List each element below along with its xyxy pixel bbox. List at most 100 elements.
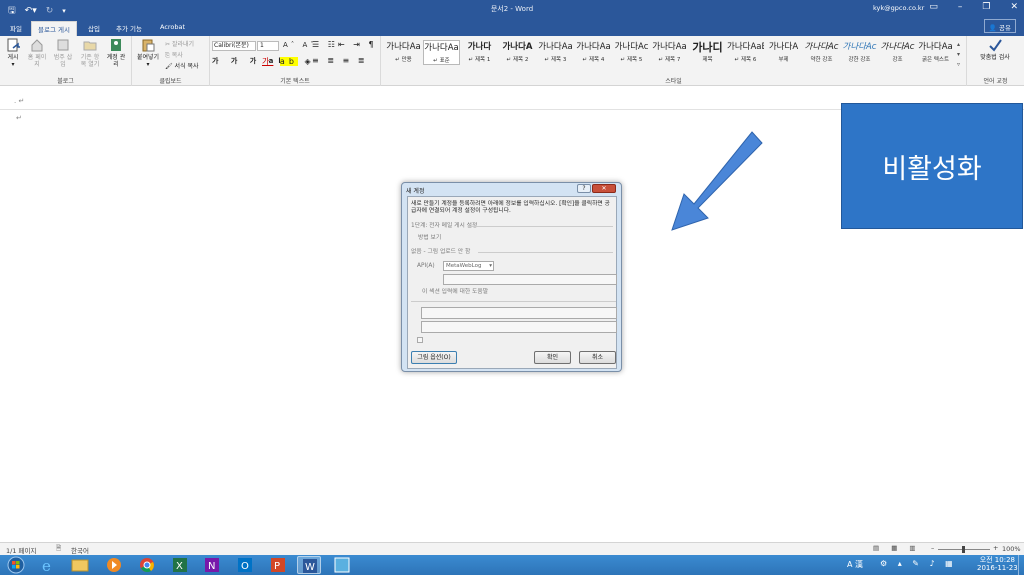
- language-indicator[interactable]: 한국어: [71, 545, 89, 555]
- style-item[interactable]: 가나다Aa ↵ 제목 4: [575, 40, 612, 63]
- group-proofing: 맞춤법 검사 언어 교정: [967, 36, 1024, 86]
- clock-time: 오전 10:28: [979, 556, 1015, 564]
- powerpoint-icon[interactable]: P: [266, 556, 290, 574]
- app-icon[interactable]: [330, 556, 354, 574]
- zoom-in-icon[interactable]: +: [993, 544, 998, 552]
- zoom-level[interactable]: 100%: [1002, 545, 1021, 553]
- media-player-icon[interactable]: [102, 556, 126, 574]
- font-size-box[interactable]: 1: [257, 41, 279, 51]
- styles-scroll-icon[interactable]: ▴ ▾ ▿: [957, 40, 960, 70]
- proofing-status-icon[interactable]: 🗎: [56, 544, 61, 555]
- ie-icon[interactable]: e: [36, 556, 60, 575]
- tab-add-ins[interactable]: 추가 기능: [110, 21, 148, 36]
- font-name-box[interactable]: Calibri(본문): [212, 41, 256, 51]
- style-item[interactable]: 가나다AaB ↵ 제목 6: [727, 40, 764, 63]
- clock[interactable]: 오전 10:28 2016-11-23: [977, 556, 1018, 572]
- user-name-input[interactable]: [421, 307, 617, 319]
- style-preview: 가나다AaB: [727, 42, 764, 52]
- copy-button[interactable]: ⎘ 복사: [165, 50, 183, 60]
- style-item[interactable]: 가나디 제목: [689, 40, 726, 63]
- style-item[interactable]: 가나다Aa ↵ 표준: [423, 40, 460, 65]
- help-icon[interactable]: ?: [577, 184, 591, 193]
- new-account-dialog: 새 계정 ? ✕ 새로 만들기 계정을 등록하려면 아래에 정보를 입력하십시오…: [401, 182, 622, 372]
- style-item[interactable]: 가나다Ac 강조: [879, 40, 916, 63]
- publish-label: 게시: [7, 54, 19, 61]
- remember-checkbox[interactable]: [417, 337, 423, 343]
- paste-button[interactable]: 붙여넣기 ▾: [135, 38, 161, 68]
- blog-group-label: 블로그: [57, 78, 74, 85]
- manage-accounts-button[interactable]: 계정 관리: [106, 38, 126, 68]
- style-item[interactable]: 가나다Aa ↵ 만용: [385, 40, 422, 63]
- style-item[interactable]: 가나다 ↵ 제목 1: [461, 40, 498, 63]
- style-item[interactable]: 가나다Ac 약한 강조: [803, 40, 840, 63]
- dialog-body: 새로 만들기 계정을 등록하려면 아래에 정보를 입력하십시오. [확인]을 클…: [407, 196, 617, 369]
- insert-category-label: 범주 삽입: [53, 54, 73, 68]
- style-name: 부제: [778, 57, 789, 63]
- spelling-check-button[interactable]: 맞춤법 검사: [975, 38, 1015, 61]
- align-buttons-icon[interactable]: ≡ ≣ ≡ ≣: [312, 56, 367, 65]
- style-name: ↵ 제목 6: [734, 57, 757, 63]
- onenote-icon[interactable]: N: [200, 556, 224, 574]
- style-item[interactable]: 가나다Ac ↵ 제목 5: [613, 40, 650, 63]
- explorer-icon[interactable]: [68, 556, 92, 574]
- tab-acrobat[interactable]: Acrobat: [154, 21, 191, 36]
- style-item[interactable]: 가나다Ac 강한 강조: [841, 40, 878, 63]
- open-existing-button[interactable]: 기존 항목 열기: [80, 38, 100, 68]
- api-select[interactable]: MetaWebLog ▾: [443, 261, 494, 271]
- close-icon[interactable]: ✕: [592, 184, 616, 193]
- cut-button[interactable]: ✂ 잘라내기: [165, 39, 194, 48]
- maximize-icon[interactable]: ❐: [982, 2, 990, 12]
- minimize-icon[interactable]: –: [958, 2, 963, 12]
- style-name: 약한 강조: [810, 57, 833, 63]
- blog-url-input[interactable]: [443, 274, 617, 285]
- insert-category-button[interactable]: 범주 삽입: [53, 38, 73, 68]
- font-color-icon[interactable]: 가 ab ◈: [262, 56, 315, 67]
- ime-indicator[interactable]: A 漢: [847, 559, 863, 570]
- share-button[interactable]: 👤 공유: [983, 19, 1016, 33]
- password-input[interactable]: [421, 321, 617, 333]
- tab-file[interactable]: 파일: [4, 21, 28, 36]
- chrome-icon[interactable]: [135, 556, 159, 574]
- ribbon-display-icon[interactable]: ▭: [929, 2, 938, 12]
- zoom-out-icon[interactable]: –: [931, 544, 934, 552]
- style-name: 강조: [892, 57, 903, 63]
- close-icon[interactable]: ✕: [1010, 2, 1018, 12]
- style-item[interactable]: 가나다Aa ↵ 제목 3: [537, 40, 574, 63]
- tray-icons[interactable]: ⚙ ▴ ✎ ♪ ▦: [880, 559, 957, 568]
- ok-button[interactable]: 확인: [534, 351, 571, 364]
- how-to-link[interactable]: 방법 보기: [418, 235, 441, 242]
- home-page-button[interactable]: 홈 페이지: [27, 38, 47, 68]
- tab-insert[interactable]: 삽입: [82, 21, 106, 36]
- page-count[interactable]: 1/1 페이지: [6, 545, 36, 555]
- zoom-slider-thumb[interactable]: [962, 546, 965, 553]
- taskbar: e X N O P W A 漢 ⚙ ▴ ✎ ♪ ▦ 오전 10:28 2016-1…: [0, 555, 1024, 575]
- styles-group-label: 스타일: [665, 78, 682, 85]
- style-item[interactable]: 가나다A ↵ 제목 2: [499, 40, 536, 63]
- style-item[interactable]: 가나다Aa 굵은 텍스트: [917, 40, 954, 63]
- indent-buttons-icon[interactable]: ⇤ ⇥ ¶: [338, 40, 377, 49]
- user-account[interactable]: kyk@gpco.co.kr: [873, 4, 924, 12]
- style-item[interactable]: 가나다Aa ↵ 제목 7: [651, 40, 688, 63]
- publish-button[interactable]: 게시 ▾: [3, 38, 23, 68]
- dialog-title: 새 계정: [406, 188, 425, 195]
- style-preview: 가나다Aa: [576, 42, 611, 52]
- style-name: 제목: [702, 57, 713, 63]
- dialog-intro: 새로 만들기 계정을 등록하려면 아래에 정보를 입력하십시오. [확인]을 클…: [411, 201, 610, 214]
- outlook-icon[interactable]: O: [233, 556, 257, 574]
- open-existing-label: 기존 항목 열기: [80, 54, 100, 68]
- word-icon[interactable]: W: [297, 556, 321, 574]
- tab-blog-post[interactable]: 블로그 게시: [31, 21, 77, 36]
- picture-options-button[interactable]: 그림 옵션(O): [411, 351, 457, 364]
- excel-icon[interactable]: X: [168, 556, 192, 574]
- start-button[interactable]: [3, 556, 29, 574]
- paste-label: 붙여넣기: [136, 54, 160, 61]
- view-mode-icons[interactable]: ▤ ▦ ▥: [873, 544, 921, 552]
- style-item[interactable]: 가나다A 부제: [765, 40, 802, 63]
- list-buttons-icon[interactable]: ☰ ☷: [312, 40, 338, 49]
- show-desktop-button[interactable]: [1018, 555, 1024, 575]
- paragraph-mark: . ↵: [14, 97, 25, 105]
- format-painter-button[interactable]: 🖌 서식 복사: [165, 61, 199, 70]
- annotation-callout: 비활성화: [841, 103, 1023, 229]
- cancel-button[interactable]: 취소: [579, 351, 616, 364]
- style-preview: 가나다Ac: [880, 42, 915, 52]
